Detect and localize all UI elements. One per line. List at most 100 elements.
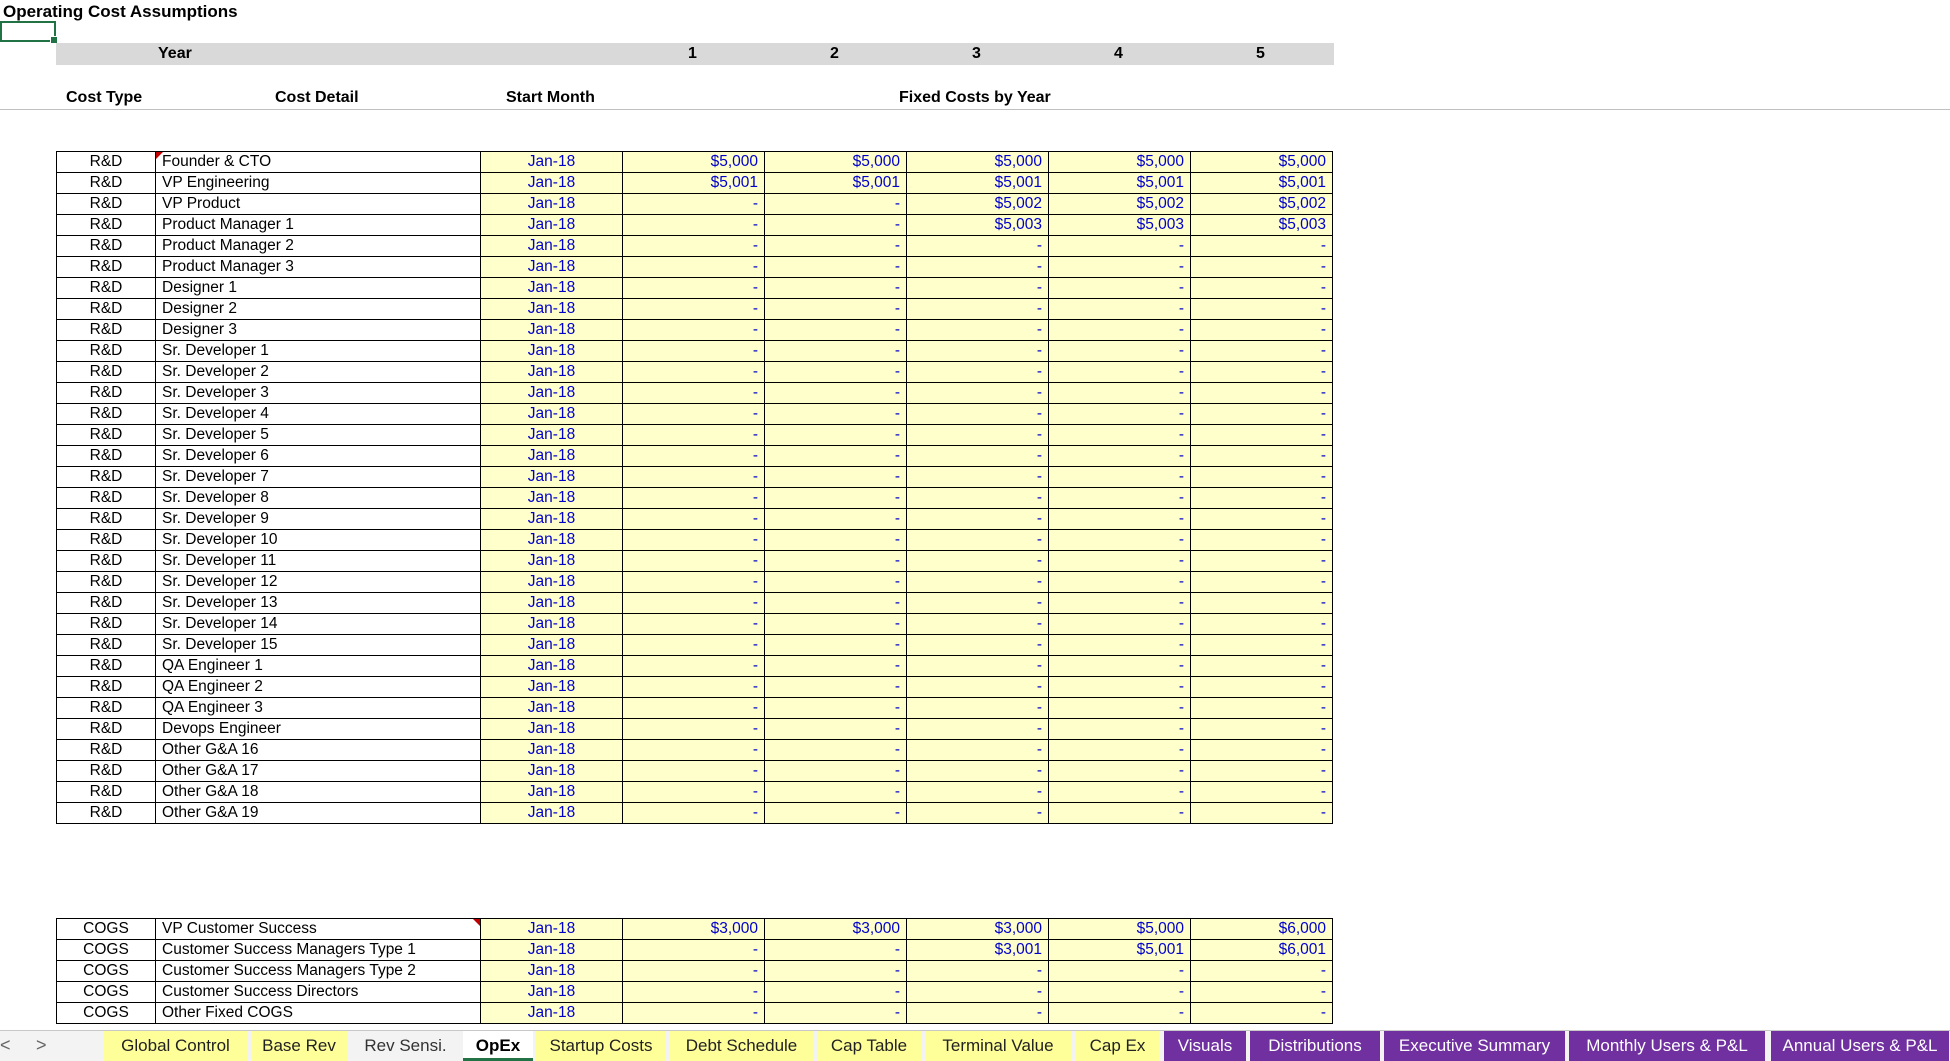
year-1-cost-cell[interactable]: -: [622, 382, 765, 404]
year-3-cost-cell[interactable]: -: [906, 655, 1049, 677]
year-1-cost-cell[interactable]: -: [622, 487, 765, 509]
start-month-cell[interactable]: Jan-18: [480, 592, 623, 614]
cost-detail-cell[interactable]: Sr. Developer 12: [155, 571, 481, 593]
tab-scroll-left-button[interactable]: <: [0, 1035, 11, 1056]
year-4-cost-cell[interactable]: -: [1048, 739, 1191, 761]
year-4-cost-cell[interactable]: -: [1048, 981, 1191, 1003]
year-3-cost-cell[interactable]: -: [906, 466, 1049, 488]
cost-detail-cell[interactable]: Sr. Developer 8: [155, 487, 481, 509]
year-1-cost-cell[interactable]: $5,000: [622, 151, 765, 173]
start-month-cell[interactable]: Jan-18: [480, 634, 623, 656]
year-4-cost-cell[interactable]: -: [1048, 676, 1191, 698]
year-5-cost-cell[interactable]: -: [1190, 960, 1333, 982]
start-month-cell[interactable]: Jan-18: [480, 781, 623, 803]
year-2-cost-cell[interactable]: -: [764, 981, 907, 1003]
year-1-cost-cell[interactable]: -: [622, 802, 765, 824]
start-month-cell[interactable]: Jan-18: [480, 151, 623, 173]
start-month-cell[interactable]: Jan-18: [480, 403, 623, 425]
cost-detail-cell[interactable]: Product Manager 1: [155, 214, 481, 236]
cost-type-cell[interactable]: COGS: [56, 1002, 156, 1024]
year-2-cost-cell[interactable]: -: [764, 613, 907, 635]
year-2-cost-cell[interactable]: -: [764, 403, 907, 425]
cost-type-cell[interactable]: R&D: [56, 214, 156, 236]
cost-type-cell[interactable]: R&D: [56, 151, 156, 173]
year-1-cost-cell[interactable]: -: [622, 550, 765, 572]
tab-terminal-value[interactable]: Terminal Value: [925, 1031, 1072, 1061]
start-month-cell[interactable]: Jan-18: [480, 739, 623, 761]
year-5-cost-cell[interactable]: $6,001: [1190, 939, 1333, 961]
year-1-cost-cell[interactable]: -: [622, 655, 765, 677]
start-month-cell[interactable]: Jan-18: [480, 550, 623, 572]
year-1-cost-cell[interactable]: -: [622, 508, 765, 530]
year-1-cost-cell[interactable]: -: [622, 960, 765, 982]
year-3-cost-cell[interactable]: -: [906, 550, 1049, 572]
year-2-cost-cell[interactable]: -: [764, 319, 907, 341]
start-month-cell[interactable]: Jan-18: [480, 571, 623, 593]
year-5-cost-cell[interactable]: $5,002: [1190, 193, 1333, 215]
cost-type-cell[interactable]: R&D: [56, 529, 156, 551]
year-1-cost-cell[interactable]: -: [622, 718, 765, 740]
year-5-cost-cell[interactable]: -: [1190, 718, 1333, 740]
year-1-cost-cell[interactable]: -: [622, 592, 765, 614]
year-1-cost-cell[interactable]: -: [622, 1002, 765, 1024]
year-5-cost-cell[interactable]: -: [1190, 382, 1333, 404]
cost-detail-cell[interactable]: Sr. Developer 13: [155, 592, 481, 614]
tab-opex[interactable]: OpEx: [463, 1031, 533, 1061]
year-3-cost-cell[interactable]: $3,001: [906, 939, 1049, 961]
year-4-cost-cell[interactable]: -: [1048, 634, 1191, 656]
cost-type-cell[interactable]: R&D: [56, 361, 156, 383]
year-1-cost-cell[interactable]: -: [622, 739, 765, 761]
cost-detail-cell[interactable]: VP Engineering: [155, 172, 481, 194]
year-4-cost-cell[interactable]: -: [1048, 960, 1191, 982]
year-2-cost-cell[interactable]: -: [764, 466, 907, 488]
year-3-cost-cell[interactable]: -: [906, 403, 1049, 425]
cost-type-cell[interactable]: R&D: [56, 487, 156, 509]
year-1-cost-cell[interactable]: -: [622, 403, 765, 425]
year-5-cost-cell[interactable]: -: [1190, 592, 1333, 614]
tab-base-rev[interactable]: Base Rev: [251, 1031, 348, 1061]
year-2-cost-cell[interactable]: -: [764, 256, 907, 278]
year-2-cost-cell[interactable]: -: [764, 361, 907, 383]
year-5-cost-cell[interactable]: -: [1190, 655, 1333, 677]
year-5-cost-cell[interactable]: -: [1190, 508, 1333, 530]
year-4-cost-cell[interactable]: -: [1048, 319, 1191, 341]
year-2-cost-cell[interactable]: -: [764, 445, 907, 467]
tab-monthly-users-and-pandl[interactable]: Monthly Users & P&L: [1569, 1031, 1766, 1061]
tab-cap-ex[interactable]: Cap Ex: [1075, 1031, 1161, 1061]
cost-detail-cell[interactable]: Sr. Developer 11: [155, 550, 481, 572]
year-5-cost-cell[interactable]: -: [1190, 697, 1333, 719]
year-2-cost-cell[interactable]: -: [764, 214, 907, 236]
year-3-cost-cell[interactable]: $5,002: [906, 193, 1049, 215]
year-4-cost-cell[interactable]: -: [1048, 256, 1191, 278]
year-3-cost-cell[interactable]: $5,001: [906, 172, 1049, 194]
year-5-cost-cell[interactable]: -: [1190, 1002, 1333, 1024]
year-5-cost-cell[interactable]: -: [1190, 571, 1333, 593]
year-5-cost-cell[interactable]: -: [1190, 256, 1333, 278]
year-3-cost-cell[interactable]: -: [906, 424, 1049, 446]
year-5-cost-cell[interactable]: -: [1190, 445, 1333, 467]
cost-detail-cell[interactable]: Sr. Developer 3: [155, 382, 481, 404]
year-4-cost-cell[interactable]: -: [1048, 550, 1191, 572]
year-5-cost-cell[interactable]: -: [1190, 781, 1333, 803]
cost-type-cell[interactable]: R&D: [56, 340, 156, 362]
year-3-cost-cell[interactable]: -: [906, 981, 1049, 1003]
year-1-cost-cell[interactable]: -: [622, 340, 765, 362]
year-2-cost-cell[interactable]: -: [764, 571, 907, 593]
start-month-cell[interactable]: Jan-18: [480, 340, 623, 362]
year-1-cost-cell[interactable]: -: [622, 319, 765, 341]
cost-detail-cell[interactable]: Sr. Developer 6: [155, 445, 481, 467]
year-3-cost-cell[interactable]: -: [906, 781, 1049, 803]
cost-detail-cell[interactable]: Sr. Developer 5: [155, 424, 481, 446]
start-month-cell[interactable]: Jan-18: [480, 445, 623, 467]
year-3-cost-cell[interactable]: -: [906, 802, 1049, 824]
year-2-cost-cell[interactable]: -: [764, 802, 907, 824]
year-3-cost-cell[interactable]: -: [906, 382, 1049, 404]
year-3-cost-cell[interactable]: -: [906, 613, 1049, 635]
year-3-cost-cell[interactable]: -: [906, 1002, 1049, 1024]
year-2-cost-cell[interactable]: -: [764, 718, 907, 740]
year-3-cost-cell[interactable]: -: [906, 676, 1049, 698]
year-4-cost-cell[interactable]: -: [1048, 445, 1191, 467]
start-month-cell[interactable]: Jan-18: [480, 981, 623, 1003]
start-month-cell[interactable]: Jan-18: [480, 802, 623, 824]
year-2-cost-cell[interactable]: -: [764, 676, 907, 698]
